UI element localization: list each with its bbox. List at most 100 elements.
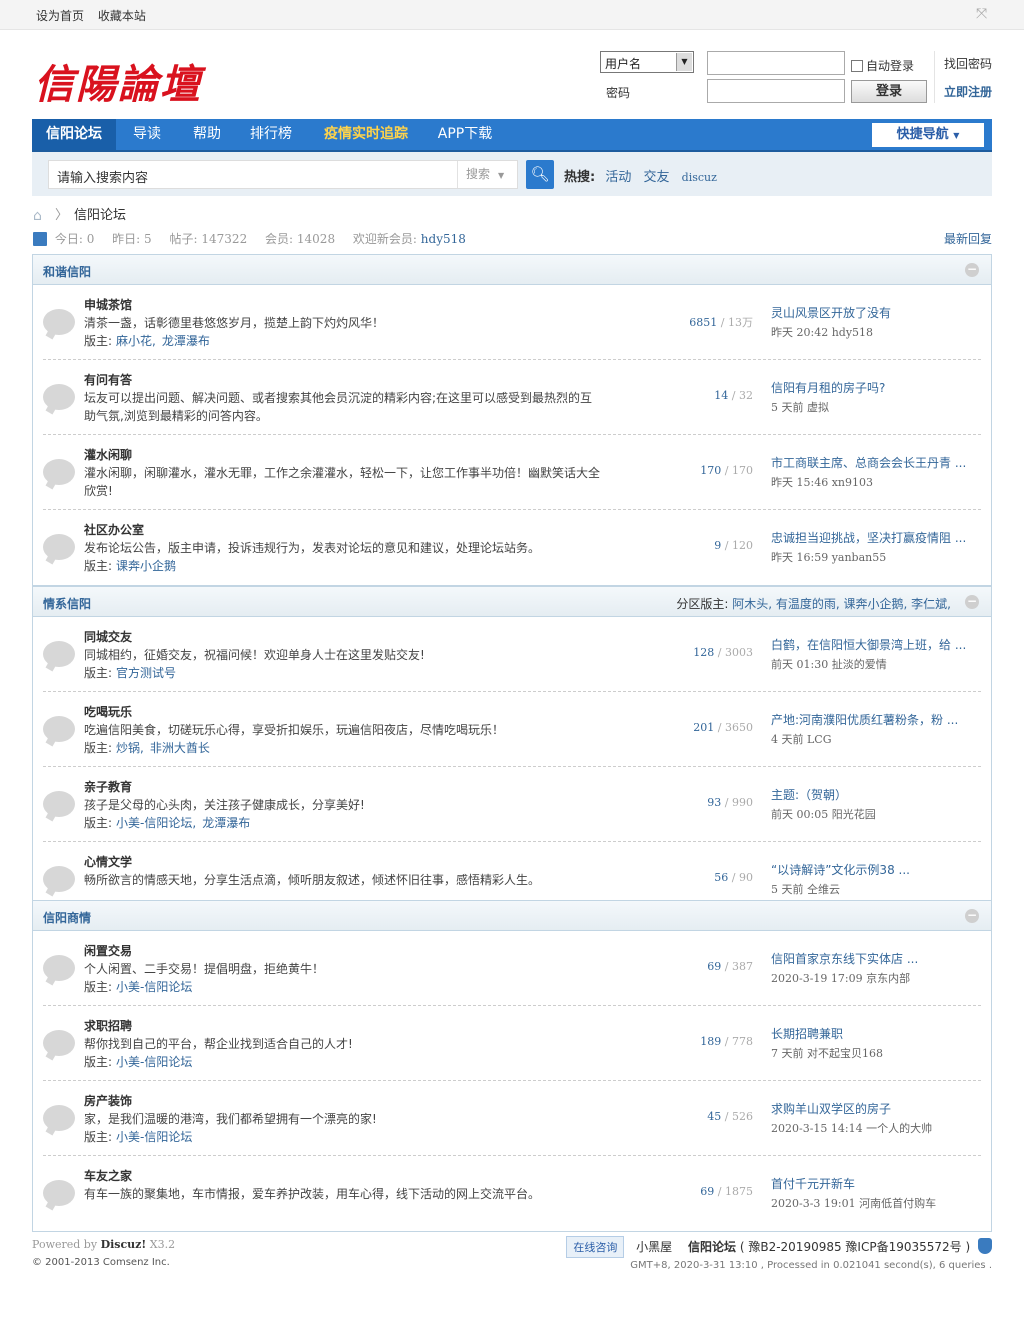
last-post-title[interactable]: 产地:河南濮阳优质红薯粉条，粉 ... — [771, 711, 981, 728]
forum-row: 房产装饰 家，是我们温暖的港湾，我们都希望拥有一个漂亮的家! 版主: 小美-信阳论坛 4… — [43, 1081, 981, 1156]
forum-name[interactable]: 社区办公室 — [84, 521, 144, 538]
find-password-link[interactable]: 找回密码 — [944, 55, 992, 72]
breadcrumb: ⌂ 〉信阳论坛 — [33, 204, 126, 224]
last-post-meta[interactable]: 昨天 16:59 yanban55 — [771, 549, 981, 565]
security-shield-icon[interactable] — [978, 1238, 992, 1254]
last-post-meta[interactable]: 4 天前 LCG — [771, 731, 981, 747]
site-name-link[interactable]: 信阳论坛 — [688, 1240, 736, 1254]
last-post-meta[interactable]: 2020-3-15 14:14 一个人的大帅 — [771, 1120, 981, 1136]
last-post-title[interactable]: 首付千元开新车 — [771, 1175, 981, 1192]
last-post-title[interactable]: 信阳首家京东线下实体店 ... — [771, 950, 981, 967]
forum-name[interactable]: 求职招聘 — [84, 1017, 132, 1034]
last-post-title[interactable]: 信阳有月租的房子吗? — [771, 379, 981, 396]
quick-nav-button[interactable]: 快捷导航 ▼ — [872, 123, 984, 147]
last-post-title[interactable]: 灵山风景区开放了没有 — [771, 304, 981, 321]
forum-name[interactable]: 有问有答 — [84, 371, 132, 388]
moderator-link[interactable]: 小美-信阳论坛, — [116, 816, 196, 830]
register-link[interactable]: 立即注册 — [944, 83, 992, 100]
last-post-title[interactable]: 求购羊山双学区的房子 — [771, 1100, 981, 1117]
nav-item-guide[interactable]: 导读 — [118, 119, 176, 150]
moderator-link[interactable]: 小美-信阳论坛 — [116, 1055, 192, 1069]
collapse-icon[interactable]: − — [965, 595, 979, 609]
moderator-link[interactable]: 麻小花, — [116, 334, 156, 348]
forum-name[interactable]: 申城茶馆 — [84, 296, 132, 313]
moderator-link[interactable]: 非洲大酋长 — [150, 741, 210, 755]
last-post-title[interactable]: 白鹤，在信阳恒大御景湾上班，给 ... — [771, 636, 981, 653]
bookmark-link[interactable]: 收藏本站 — [98, 9, 146, 23]
nav-item-app[interactable]: APP下载 — [426, 119, 504, 150]
last-post-meta[interactable]: 前天 01:30 扯淡的爱情 — [771, 656, 981, 672]
fullscreen-toggle-icon[interactable]: ⤧ — [976, 7, 990, 21]
new-member-link[interactable]: hdy518 — [421, 232, 466, 246]
username-type-select[interactable]: 用户名 ▼ — [600, 51, 694, 73]
nav-item-epidemic[interactable]: 疫情实时追踪 — [312, 119, 420, 150]
search-type-select[interactable]: 搜索 ▼ — [457, 161, 517, 188]
moderator-link[interactable]: 炒锅, — [116, 741, 144, 755]
icp-link[interactable]: ( 豫B2-20190985 豫ICP备19035572号 ) — [740, 1240, 970, 1254]
forum-name[interactable]: 房产装饰 — [84, 1092, 132, 1109]
password-input[interactable] — [707, 79, 845, 103]
checkbox-icon[interactable] — [851, 60, 863, 72]
count-separator: / — [724, 796, 729, 809]
last-post-meta[interactable]: 2020-3-3 19:01 河南低首付购车 — [771, 1195, 981, 1211]
home-icon[interactable]: ⌂ — [33, 208, 47, 224]
forum-counts: 56 / 90 — [714, 871, 753, 884]
collapse-icon[interactable]: − — [965, 909, 979, 923]
hot-search-link[interactable]: discuz — [682, 171, 717, 184]
login-button[interactable]: 登录 — [851, 80, 927, 103]
moderator-link[interactable]: 小美-信阳论坛 — [116, 980, 192, 994]
section-title[interactable]: 和谐信阳 — [43, 263, 91, 280]
chevron-right-icon: 〉 — [55, 208, 69, 223]
last-post-meta[interactable]: 昨天 20:42 hdy518 — [771, 324, 981, 340]
section-title[interactable]: 信阳商情 — [43, 909, 91, 926]
caret-down-icon: ▼ — [953, 131, 960, 140]
hot-search-link[interactable]: 活动 — [605, 170, 631, 185]
collapse-icon[interactable]: − — [965, 263, 979, 277]
moderator-link[interactable]: 课奔小企鹅 — [116, 559, 176, 573]
moderator-link[interactable]: 官方测试号 — [116, 666, 176, 680]
moderator-link[interactable]: 小美-信阳论坛 — [116, 1130, 192, 1144]
forum-name[interactable]: 吃喝玩乐 — [84, 703, 132, 720]
last-post-title[interactable]: “以诗解诗”文化示例38 ... — [771, 861, 981, 878]
latest-reply-link[interactable]: 最新回复 — [944, 230, 992, 247]
last-post-meta[interactable]: 5 天前 虚拟 — [771, 399, 981, 415]
auto-login-checkbox[interactable]: 自动登录 — [851, 57, 914, 74]
search-input[interactable]: 请输入搜索内容 搜索 ▼ — [48, 160, 518, 189]
discuz-link[interactable]: Discuz! — [101, 1238, 147, 1251]
section-title[interactable]: 情系信阳 — [43, 595, 91, 612]
moderator-link[interactable]: 龙潭瀑布 — [162, 334, 210, 348]
search-button[interactable]: 🔍︎ — [526, 160, 554, 189]
forum-name[interactable]: 亲子教育 — [84, 778, 132, 795]
forum-bubble-icon — [43, 866, 75, 892]
forum-name[interactable]: 心情文学 — [84, 853, 132, 870]
hot-search-link[interactable]: 交友 — [644, 170, 670, 185]
nav-item-home[interactable]: 信阳论坛 — [32, 119, 116, 150]
forum-name[interactable]: 灌水闲聊 — [84, 446, 132, 463]
username-input[interactable] — [707, 51, 845, 75]
breadcrumb-current[interactable]: 信阳论坛 — [74, 208, 126, 223]
last-post-meta[interactable]: 2020-3-19 17:09 京东内部 — [771, 970, 981, 986]
last-post-meta[interactable]: 7 天前 对不起宝贝168 — [771, 1045, 981, 1061]
last-post: 求购羊山双学区的房子 2020-3-15 14:14 一个人的大帅 — [771, 1100, 981, 1136]
last-post-meta[interactable]: 昨天 15:46 xn9103 — [771, 474, 981, 490]
nav-item-ranking[interactable]: 排行榜 — [238, 119, 304, 150]
nav-item-help[interactable]: 帮助 — [178, 119, 236, 150]
set-home-link[interactable]: 设为首页 — [36, 9, 84, 23]
forum-name[interactable]: 闲置交易 — [84, 942, 132, 959]
last-post-title[interactable]: 长期招聘兼职 — [771, 1025, 981, 1042]
post-count: 3650 — [725, 721, 753, 734]
forum-name[interactable]: 车友之家 — [84, 1167, 132, 1184]
last-post-title[interactable]: 忠诚担当迎挑战，坚决打赢疫情阻 ... — [771, 529, 981, 546]
moderators-label: 版主: — [84, 1055, 113, 1069]
last-post-title[interactable]: 市工商联主席、总商会会长王丹青 ... — [771, 454, 981, 471]
section-moderators-list[interactable]: 阿木头, 有温度的雨, 课奔小企鹅, 李仁斌, — [732, 597, 951, 611]
last-post-title[interactable]: 主题:（贺朝） — [771, 786, 981, 803]
last-post-meta[interactable]: 5 天前 仝维云 — [771, 881, 981, 897]
blacklist-link[interactable]: 小黑屋 — [636, 1240, 672, 1254]
moderators-label: 版主: — [84, 816, 113, 830]
site-logo[interactable]: 信陽論壇 — [34, 52, 202, 110]
forum-name[interactable]: 同城交友 — [84, 628, 132, 645]
moderator-link[interactable]: 龙潭瀑布 — [202, 816, 250, 830]
online-consult-button[interactable]: 在线咨询 — [566, 1236, 625, 1258]
last-post-meta[interactable]: 前天 00:05 阳光花园 — [771, 806, 981, 822]
